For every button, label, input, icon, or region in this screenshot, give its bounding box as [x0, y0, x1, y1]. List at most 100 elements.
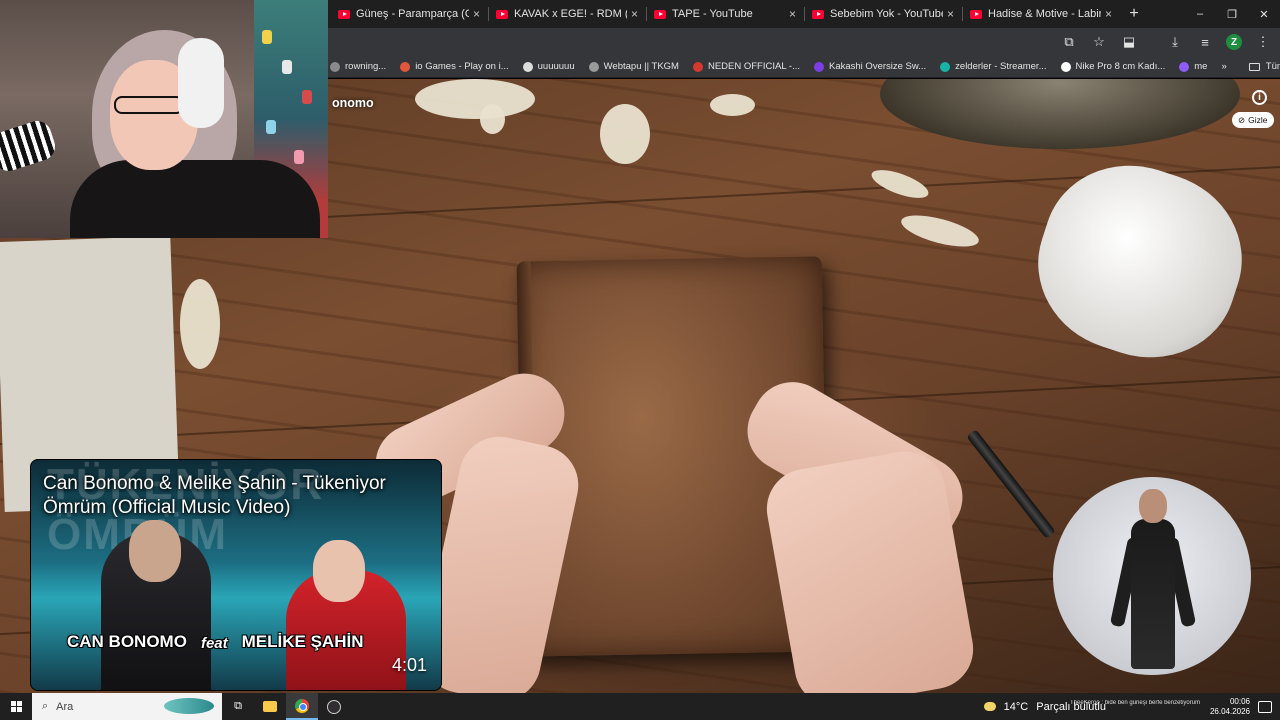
close-tab-icon[interactable]: × [1105, 7, 1112, 21]
close-window-button[interactable]: ✕ [1248, 0, 1280, 28]
browser-tab[interactable]: KAVAK x EGE! - RDM (Official V × [488, 0, 646, 28]
youtube-icon [338, 9, 350, 19]
youtube-icon [496, 9, 508, 19]
bookmark-item[interactable]: Kakashi Oversize Sw... [814, 61, 926, 72]
clock-date: 26.04.2026 [1209, 706, 1250, 716]
chrome-icon [295, 698, 309, 713]
install-app-icon[interactable]: ⧉ [1060, 33, 1078, 51]
bookmark-item[interactable]: rowning... [330, 61, 386, 72]
youtube-icon [812, 9, 824, 19]
obs-taskbar-button[interactable] [318, 693, 350, 720]
search-placeholder: Ara [56, 700, 74, 713]
new-tab-button[interactable]: + [1120, 0, 1148, 28]
notification-icon[interactable] [1258, 700, 1272, 713]
folder-icon [1248, 62, 1260, 71]
browser-tab[interactable]: Sebebim Yok - YouTube × [804, 0, 962, 28]
youtube-icon [970, 9, 982, 19]
file-explorer-button[interactable] [254, 693, 286, 720]
file-explorer-icon [263, 701, 277, 712]
bookmark-label: zelderler - Streamer... [955, 61, 1047, 72]
bookmark-favicon-icon [588, 61, 599, 72]
wax-drip [180, 279, 220, 369]
screen: onomo i ⊘ Gizle Güneş - Paramparça (Offi… [0, 0, 1280, 720]
toolbar-separator [1150, 33, 1154, 51]
chrome-taskbar-button[interactable] [286, 693, 318, 720]
bookmark-item[interactable]: uuuuuuu [522, 61, 575, 72]
bookmark-label: uuuuuuu [537, 61, 575, 72]
temperature[interactable]: 14°C [1004, 701, 1029, 713]
artist-name-2: MELİKE ŞAHİN [241, 632, 364, 651]
tab-title: TAPE - YouTube [672, 8, 753, 20]
hide-button[interactable]: ⊘ Gizle [1232, 112, 1274, 128]
bookmark-label: Nike Pro 8 cm Kadı... [1075, 61, 1166, 72]
fountain-pen [966, 429, 1056, 539]
bookmark-favicon-icon [814, 61, 824, 72]
weather-icon [983, 702, 996, 711]
task-view-icon: ⧉ [234, 700, 242, 712]
bookmark-item[interactable]: io Games - Play on i... [400, 61, 509, 72]
bookmark-label: rowning... [345, 61, 387, 72]
microphone [0, 117, 59, 175]
media-control-icon[interactable]: ≡ [1196, 33, 1214, 51]
bookmark-item[interactable]: zelderler - Streamer... [940, 61, 1047, 72]
streamer-torso [70, 160, 320, 238]
windows-icon [10, 701, 22, 712]
bookmark-label: NEDEN OFFICIAL -... [707, 61, 800, 72]
tab-title: Güneş - Paramparça (Official V [356, 8, 469, 20]
bookmark-item[interactable]: NEDEN OFFICIAL -... [692, 61, 800, 72]
close-tab-icon[interactable]: × [947, 7, 954, 21]
download-icon[interactable]: ⤓ [1166, 33, 1184, 51]
bookmark-star-icon[interactable]: ☆ [1090, 33, 1108, 51]
close-tab-icon[interactable]: × [631, 7, 638, 21]
wax-drip [868, 164, 932, 204]
webcam-overlay [0, 0, 328, 238]
hide-label: Gizle [1248, 115, 1268, 125]
bookmark-item[interactable]: Nike Pro 8 cm Kadı... [1060, 61, 1166, 72]
glasses [114, 96, 184, 114]
browser-tab[interactable]: TAPE - YouTube × [646, 0, 804, 28]
youtube-icon [654, 9, 666, 19]
bookmark-favicon-icon [940, 61, 951, 72]
bookmark-item[interactable]: Webtapu || TKGM [588, 61, 679, 72]
taskbar-search[interactable]: ⌕ Ara [32, 693, 222, 720]
bookmark-item[interactable]: me [1179, 61, 1207, 72]
close-tab-icon[interactable]: × [789, 7, 796, 21]
menu-kebab-icon[interactable]: ⋮ [1254, 33, 1272, 51]
artist-names: CAN BONOMO feat MELİKE ŞAHİN [67, 632, 363, 652]
all-bookmarks-link[interactable]: Tüm Yer İşaretleri [1266, 61, 1280, 72]
artist-coat [1131, 519, 1175, 669]
tab-title: Sebebim Yok - YouTube [830, 8, 943, 20]
tab-title: Hadise & Motive - Labirent (Of [988, 8, 1101, 20]
artist-head [1139, 489, 1167, 523]
artist-head-2 [313, 540, 365, 602]
artist-circle-overlay [1053, 477, 1251, 675]
wax-drip [480, 104, 505, 134]
profile-avatar[interactable]: Z [1226, 34, 1242, 50]
browser-tab[interactable]: Hadise & Motive - Labirent (Of × [962, 0, 1120, 28]
wax-drip [898, 209, 982, 253]
extensions-icon[interactable]: ⬓ [1120, 33, 1138, 51]
lamp-base [880, 79, 1240, 149]
thumbnail-title: Can Bonomo & Melike Şahin - Tükeniyor Öm… [43, 473, 386, 518]
browser-tab[interactable]: Güneş - Paramparça (Official V × [330, 0, 488, 28]
wax-drip [710, 94, 755, 116]
video-duration: 4:01 [391, 655, 427, 675]
video-title-overlay[interactable]: onomo [332, 96, 374, 110]
windows-taskbar: ⌕ Ara ⧉ 14°C Parçalı bulutlu 00:06 26.04… [0, 693, 1280, 720]
window-controls: – ❐ ✕ [1184, 0, 1280, 28]
bookmark-favicon-icon [400, 61, 411, 72]
task-view-button[interactable]: ⧉ [222, 693, 254, 720]
more-bookmarks-button[interactable]: » [1221, 61, 1226, 72]
start-button[interactable] [0, 693, 32, 720]
maximize-button[interactable]: ❐ [1216, 0, 1248, 28]
artist-head-1 [129, 520, 181, 582]
music-video-thumbnail[interactable]: TÜKENİYOR ÖMRÜM Can Bonomo & Melike Şahi… [30, 459, 442, 691]
info-icon[interactable]: i [1252, 90, 1267, 105]
bookmark-label: me [1194, 61, 1208, 72]
search-highlight-icon [164, 698, 214, 714]
minimize-button[interactable]: – [1184, 0, 1216, 28]
obs-icon [327, 699, 341, 714]
bookmark-favicon-icon [522, 61, 533, 72]
close-tab-icon[interactable]: × [473, 7, 480, 21]
eye-off-icon: ⊘ [1238, 114, 1246, 125]
